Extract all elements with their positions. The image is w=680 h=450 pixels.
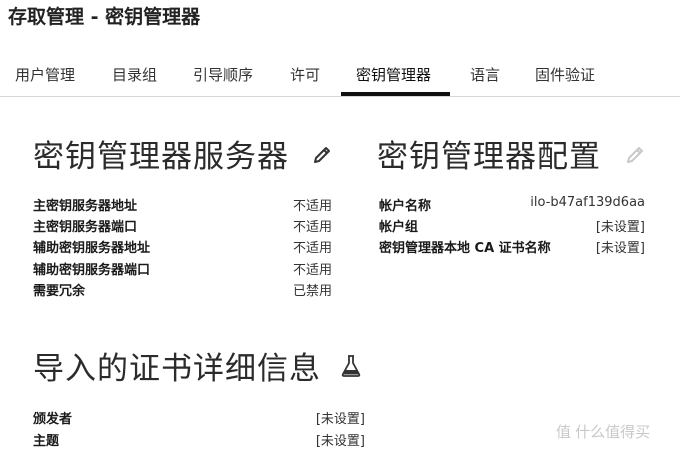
tab-key-manager[interactable]: 密钥管理器 — [356, 64, 431, 85]
server-section-title: 密钥管理器服务器 — [33, 139, 289, 175]
config-section-title: 密钥管理器配置 — [377, 139, 601, 175]
require-redundancy-label: 需要冗余 — [33, 284, 86, 299]
primary-server-port-label: 主密钥服务器端口 — [33, 220, 138, 235]
tab-directory-groups[interactable]: 目录组 — [112, 64, 157, 85]
watermark: 值 什么值得买 — [556, 424, 651, 441]
issuer-label: 颁发者 — [33, 412, 73, 427]
tab-user-management[interactable]: 用户管理 — [15, 64, 75, 85]
issuer-value: [未设置] — [315, 412, 365, 427]
pencil-icon[interactable] — [625, 143, 647, 169]
primary-server-port-value: 不适用 — [292, 220, 332, 235]
subject-value: [未设置] — [315, 434, 365, 449]
tab-licensing[interactable]: 许可 — [290, 64, 320, 85]
account-name-value: ilo-b47af139d6aa — [530, 195, 645, 210]
pencil-icon[interactable] — [312, 143, 334, 169]
flask-icon[interactable] — [340, 354, 362, 382]
secondary-server-port-value: 不适用 — [292, 263, 332, 278]
active-tab-indicator — [341, 92, 450, 96]
secondary-server-address-label: 辅助密钥服务器地址 — [33, 241, 151, 256]
primary-server-address-label: 主密钥服务器地址 — [33, 199, 138, 214]
secondary-server-port-label: 辅助密钥服务器端口 — [33, 263, 151, 278]
local-ca-certificate-name-value: [未设置] — [595, 241, 645, 256]
account-group-label: 帐户组 — [379, 220, 419, 235]
tab-boot-order[interactable]: 引导顺序 — [193, 64, 253, 85]
cert-section-title: 导入的证书详细信息 — [33, 351, 321, 387]
account-group-value: [未设置] — [595, 220, 645, 235]
page-title: 存取管理 - 密钥管理器 — [8, 6, 201, 28]
primary-server-address-value: 不适用 — [292, 199, 332, 214]
tab-firmware-verification[interactable]: 固件验证 — [535, 64, 595, 85]
account-name-label: 帐户名称 — [379, 199, 432, 214]
local-ca-certificate-name-label: 密钥管理器本地 CA 证书名称 — [379, 241, 551, 256]
tab-language[interactable]: 语言 — [470, 64, 500, 85]
subject-label: 主题 — [33, 434, 60, 449]
require-redundancy-value: 已禁用 — [292, 284, 332, 299]
secondary-server-address-value: 不适用 — [292, 241, 332, 256]
tab-bar: 用户管理 目录组 引导顺序 许可 密钥管理器 语言 固件验证 — [0, 52, 680, 97]
